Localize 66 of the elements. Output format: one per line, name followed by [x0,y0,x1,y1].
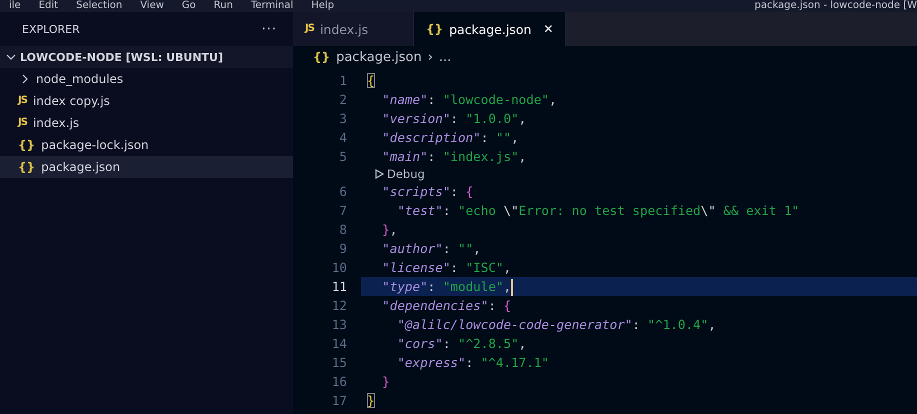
file-tree-item[interactable]: {} package.json [0,156,293,178]
json-file-icon: {} [18,139,36,151]
code-line: "name": "lowcode-node", [381,91,557,109]
more-actions-button[interactable]: ··· [262,22,277,36]
breadcrumb-item[interactable]: ... [438,50,452,64]
line-number: 8 [338,221,348,239]
code-line: }, [381,221,398,239]
file-tree-item[interactable]: JS index copy.js [0,90,293,112]
line-number: 7 [338,202,348,220]
menu-item[interactable]: Terminal [242,0,302,12]
breadcrumb-separator: › [428,50,433,64]
line-number: 11 [330,278,348,296]
menu-item[interactable]: View [131,0,173,12]
line-number: 4 [338,129,348,147]
code-line: "test": "echo \"Error: no test specified\" && exit 1" [396,202,800,220]
text-cursor [511,279,514,296]
line-number: 3 [338,110,348,128]
line-number: 2 [338,91,348,109]
js-file-icon: JS [305,24,314,34]
menu-item[interactable]: ile [0,0,30,12]
code-line: "license": "ISC", [381,259,512,277]
code-line: "main": "index.js", [381,148,526,166]
line-number: 6 [338,183,348,201]
code-line: "express": "^4.17.1" [396,354,549,372]
code-line: { [366,72,375,90]
sidebar-title: EXPLORER [22,22,81,36]
code-line: "dependencies": { [381,297,512,315]
line-number: 15 [330,354,348,372]
editor-tab[interactable]: {} package.json ✕ [414,12,566,46]
code-line: "description": "", [381,129,519,147]
menu-item[interactable]: Selection [67,0,132,12]
code-line: "version": "1.0.0", [381,110,526,128]
file-tree-item[interactable]: JS index.js [0,112,293,134]
code-line: "author": "", [381,240,481,258]
workspace-folder[interactable]: LOWCODE-NODE [WSL: UBUNTU] [0,46,293,68]
menu-item[interactable]: Go [172,0,205,12]
window-title: package.json - lowcode-node [W [754,0,917,12]
line-number: 10 [330,259,348,277]
debug-link[interactable]: Debug [387,167,425,181]
code-line: } [366,392,375,410]
code-line: "scripts": { [381,183,474,201]
menu-item[interactable]: Help [302,0,344,12]
code-line: "cors": "^2.8.5", [396,335,526,353]
menu-item[interactable]: Run [204,0,242,12]
js-file-icon: JS [18,118,27,128]
play-icon [375,169,384,179]
editor-tab[interactable]: JS index.js [293,12,414,46]
line-number: 5 [338,148,348,166]
file-tree-item[interactable]: node_modules [0,68,293,90]
code-line: } [381,373,390,391]
line-number: 13 [330,316,348,334]
line-number: 12 [330,297,348,315]
line-number: 9 [338,240,348,258]
json-file-icon: {} [313,51,330,63]
js-file-icon: JS [18,96,27,106]
code-line: "@alilc/lowcode-code-generator": "^1.0.4", [396,316,716,334]
line-number: 16 [330,373,348,391]
line-number: 1 [338,72,348,90]
line-number: 17 [330,392,348,410]
json-file-icon: {} [18,161,36,173]
line-number: 14 [330,335,348,353]
breadcrumb-item[interactable]: package.json [336,50,422,64]
file-tree-item[interactable]: {} package-lock.json [0,134,293,156]
close-icon[interactable]: ✕ [543,22,554,36]
json-file-icon: {} [426,23,444,35]
menu-item[interactable]: Edit [30,0,68,12]
